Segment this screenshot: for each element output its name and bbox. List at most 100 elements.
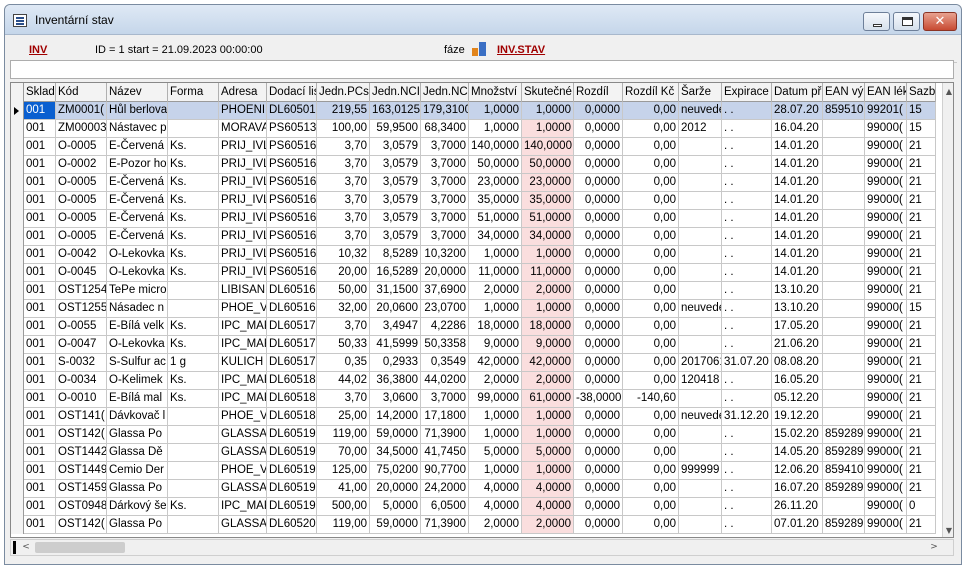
cell-nazev[interactable]: O-Lekovka — [107, 264, 168, 282]
cell-datum[interactable]: 14.01.20 — [772, 138, 823, 156]
cell-rozdilkc[interactable]: 0,00 — [623, 444, 679, 462]
cell-ean1[interactable] — [823, 282, 865, 300]
column-header-expirace[interactable]: Expirace — [722, 83, 772, 102]
maximize-button[interactable] — [893, 12, 920, 31]
cell-expirace[interactable]: . . — [722, 390, 772, 408]
cell-adresa[interactable]: PRIJ_IVL — [219, 246, 267, 264]
minimize-button[interactable] — [863, 12, 890, 31]
cell-dodaci[interactable]: DL60516 — [267, 300, 317, 318]
cell-dodaci[interactable]: DL60519 — [267, 498, 317, 516]
cell-datum[interactable]: 15.02.20 — [772, 426, 823, 444]
cell-adresa[interactable]: GLASSA — [219, 516, 267, 534]
cell-ean2[interactable]: 99000( — [865, 192, 907, 210]
cell-datum[interactable]: 14.01.20 — [772, 174, 823, 192]
cell-kod[interactable]: OST1255 — [56, 300, 107, 318]
cell-ean1[interactable] — [823, 372, 865, 390]
cell-ean2[interactable]: 99000( — [865, 408, 907, 426]
cell-jnc[interactable]: 8,5289 — [370, 246, 421, 264]
cell-sazba[interactable]: 21 — [907, 444, 936, 462]
cell-rozdilkc[interactable]: 0,00 — [623, 120, 679, 138]
cell-sklad[interactable]: 001 — [24, 300, 56, 318]
cell-forma[interactable] — [168, 120, 219, 138]
cell-forma[interactable]: Ks. — [168, 264, 219, 282]
cell-jnc[interactable]: 3,0579 — [370, 174, 421, 192]
cell-ean2[interactable]: 99000( — [865, 246, 907, 264]
cell-jnc2[interactable]: 6,0500 — [421, 498, 469, 516]
cell-ean2[interactable]: 99000( — [865, 426, 907, 444]
cell-skut[interactable]: 1,0000 — [522, 408, 574, 426]
cell-sazba[interactable]: 21 — [907, 264, 936, 282]
table-row[interactable]: 001 OST141(Dávkovač l PHOE_V DL60518 25,00 14… — [11, 408, 936, 426]
cell-datum[interactable]: 16.04.20 — [772, 120, 823, 138]
cell-rozdil[interactable]: 0,0000 — [574, 408, 623, 426]
cell-datum[interactable]: 16.07.20 — [772, 480, 823, 498]
table-row[interactable]: 001 O-0047 O-Lekovka Ks. IPC_MAF DL60517 50,33… — [11, 336, 936, 354]
scroll-thumb[interactable] — [35, 542, 125, 553]
cell-adresa[interactable]: IPC_MAF — [219, 318, 267, 336]
cell-ean1[interactable] — [823, 354, 865, 372]
cell-rozdil[interactable]: 0,0000 — [574, 444, 623, 462]
cell-forma[interactable]: Ks. — [168, 156, 219, 174]
table-row[interactable]: 001 OST0948 Dárkový še Ks. IPC_MAF DL60519 500… — [11, 498, 936, 516]
cell-sarze[interactable] — [679, 228, 722, 246]
cell-ean2[interactable]: 99000( — [865, 498, 907, 516]
column-header-mnoz[interactable]: Množství — [469, 83, 522, 102]
cell-dodaci[interactable]: PS60516 — [267, 246, 317, 264]
cell-datum[interactable]: 14.01.20 — [772, 192, 823, 210]
cell-expirace[interactable]: . . — [722, 210, 772, 228]
cell-dodaci[interactable]: DL60518 — [267, 408, 317, 426]
cell-skut[interactable]: 1,0000 — [522, 246, 574, 264]
cell-sazba[interactable]: 21 — [907, 210, 936, 228]
table-row[interactable]: 001 OST1449 Cemio Der PHOE_V DL60519 125,00 75… — [11, 462, 936, 480]
cell-mnoz[interactable]: 42,0000 — [469, 354, 522, 372]
column-header-datum[interactable]: Datum př — [772, 83, 823, 102]
table-row[interactable]: 001 O-0005 E-Červená Ks. PRIJ_IVL PS60516 3,70… — [11, 228, 936, 246]
cell-ean1[interactable] — [823, 228, 865, 246]
cell-jnc[interactable]: 59,0000 — [370, 426, 421, 444]
cell-dodaci[interactable]: DL60517 — [267, 318, 317, 336]
cell-forma[interactable] — [168, 462, 219, 480]
cell-sklad[interactable]: 001 — [24, 120, 56, 138]
cell-datum[interactable]: 14.01.20 — [772, 228, 823, 246]
cell-sazba[interactable]: 21 — [907, 480, 936, 498]
column-header-ean2[interactable]: EAN lék — [865, 83, 907, 102]
cell-ean2[interactable]: 99201( — [865, 102, 907, 120]
cell-rozdilkc[interactable]: 0,00 — [623, 246, 679, 264]
cell-sarze[interactable] — [679, 498, 722, 516]
cell-skut[interactable]: 42,0000 — [522, 354, 574, 372]
cell-jpc[interactable]: 3,70 — [317, 228, 370, 246]
scroll-left-button[interactable]: < — [19, 540, 33, 555]
cell-rozdil[interactable]: 0,0000 — [574, 516, 623, 534]
column-header-jnc[interactable]: Jedn.NCI — [370, 83, 421, 102]
cell-sazba[interactable]: 15 — [907, 102, 936, 120]
cell-jnc[interactable]: 3,0600 — [370, 390, 421, 408]
cell-sazba[interactable]: 21 — [907, 192, 936, 210]
cell-mnoz[interactable]: 11,0000 — [469, 264, 522, 282]
cell-sklad[interactable]: 001 — [24, 192, 56, 210]
cell-jpc[interactable]: 3,70 — [317, 174, 370, 192]
horizontal-scrollbar[interactable]: < > — [10, 539, 954, 556]
cell-adresa[interactable]: IPC_MAF — [219, 336, 267, 354]
cell-sazba[interactable]: 21 — [907, 228, 936, 246]
cell-nazev[interactable]: E-Červená — [107, 192, 168, 210]
table-row[interactable]: 001 OST1442 Glassa Dě GLASSA DL60519 70,00 34,… — [11, 444, 936, 462]
cell-jnc[interactable]: 16,5289 — [370, 264, 421, 282]
cell-rozdilkc[interactable]: 0,00 — [623, 102, 679, 120]
cell-jnc2[interactable]: 3,7000 — [421, 138, 469, 156]
column-header-sazba[interactable]: Sazb — [907, 83, 936, 102]
cell-rozdilkc[interactable]: 0,00 — [623, 426, 679, 444]
cell-jnc2[interactable]: 41,7450 — [421, 444, 469, 462]
cell-ean1[interactable] — [823, 390, 865, 408]
cell-adresa[interactable]: GLASSA — [219, 480, 267, 498]
cell-nazev[interactable]: E-Bílá velk — [107, 318, 168, 336]
cell-jpc[interactable]: 3,70 — [317, 192, 370, 210]
cell-expirace[interactable]: . . — [722, 318, 772, 336]
cell-jnc2[interactable]: 0,3549 — [421, 354, 469, 372]
cell-jnc2[interactable]: 3,7000 — [421, 228, 469, 246]
cell-forma[interactable]: Ks. — [168, 336, 219, 354]
cell-mnoz[interactable]: 1,0000 — [469, 246, 522, 264]
cell-dodaci[interactable]: DL60519 — [267, 426, 317, 444]
cell-jnc[interactable]: 163,0125 — [370, 102, 421, 120]
cell-nazev[interactable]: Nástavec p — [107, 120, 168, 138]
cell-adresa[interactable]: PRIJ_IVL — [219, 192, 267, 210]
